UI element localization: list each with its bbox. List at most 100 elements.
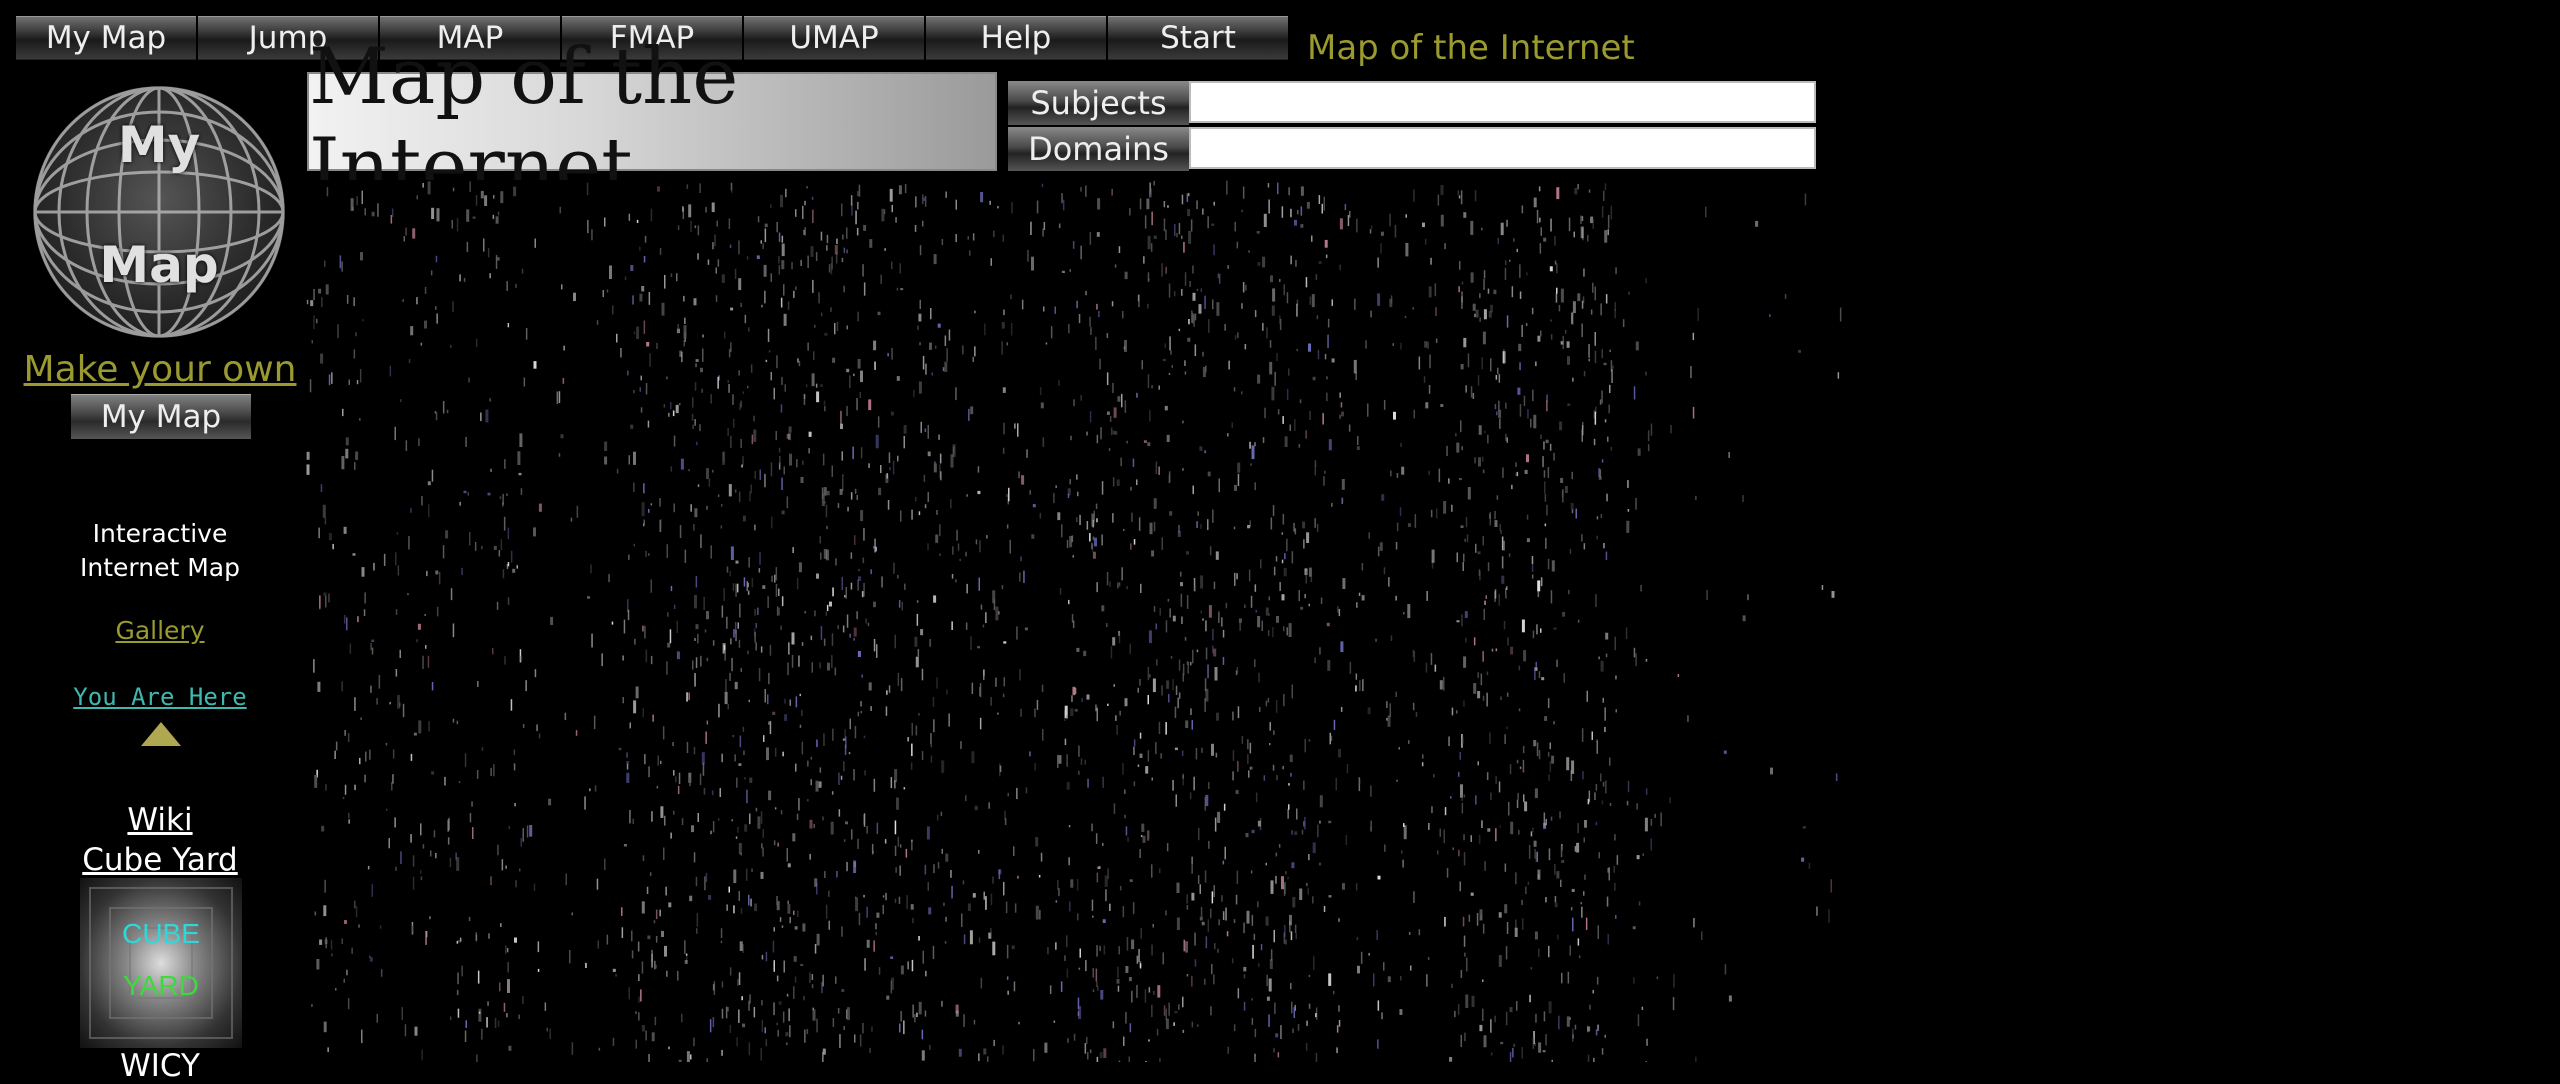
- map-site-dot[interactable]: [816, 739, 818, 748]
- map-site-dot[interactable]: [1456, 442, 1460, 453]
- map-site-dot[interactable]: [1147, 695, 1150, 705]
- map-site-dot[interactable]: [761, 1000, 763, 1006]
- map-site-dot[interactable]: [738, 370, 740, 376]
- map-site-dot[interactable]: [793, 986, 795, 999]
- map-site-dot[interactable]: [1091, 899, 1094, 911]
- map-site-dot[interactable]: [1275, 556, 1278, 562]
- map-site-dot[interactable]: [644, 754, 646, 765]
- map-site-dot[interactable]: [1236, 573, 1238, 580]
- map-site-dot[interactable]: [1190, 661, 1192, 666]
- map-site-dot[interactable]: [345, 448, 349, 459]
- map-site-dot[interactable]: [1312, 376, 1316, 381]
- map-site-dot[interactable]: [744, 777, 746, 780]
- map-site-dot[interactable]: [1536, 209, 1539, 224]
- map-site-dot[interactable]: [467, 492, 470, 496]
- map-site-dot[interactable]: [1165, 1008, 1168, 1020]
- map-site-dot[interactable]: [897, 836, 900, 847]
- map-site-dot[interactable]: [1151, 1004, 1153, 1017]
- map-site-dot[interactable]: [510, 550, 513, 563]
- map-site-dot[interactable]: [1339, 392, 1341, 398]
- map-site-dot[interactable]: [1457, 1004, 1460, 1015]
- map-site-dot[interactable]: [1178, 223, 1181, 235]
- map-site-dot[interactable]: [1546, 504, 1548, 516]
- map-site-dot[interactable]: [420, 342, 423, 346]
- map-site-dot[interactable]: [1587, 1054, 1590, 1062]
- map-site-dot[interactable]: [781, 925, 784, 928]
- map-site-dot[interactable]: [640, 375, 643, 381]
- map-site-dot[interactable]: [1017, 875, 1019, 879]
- map-site-dot[interactable]: [449, 1016, 452, 1020]
- map-site-dot[interactable]: [634, 638, 636, 645]
- map-site-dot[interactable]: [1591, 731, 1594, 740]
- map-site-dot[interactable]: [1588, 189, 1591, 193]
- map-site-dot[interactable]: [424, 320, 427, 329]
- map-site-dot[interactable]: [1266, 974, 1268, 987]
- map-site-dot[interactable]: [1804, 193, 1807, 206]
- map-site-dot[interactable]: [1672, 997, 1675, 1011]
- map-site-dot[interactable]: [727, 703, 730, 710]
- map-site-dot[interactable]: [843, 761, 845, 772]
- map-site-dot[interactable]: [1494, 589, 1497, 599]
- map-site-dot[interactable]: [695, 657, 698, 668]
- map-site-dot[interactable]: [1460, 420, 1462, 433]
- map-site-dot[interactable]: [488, 933, 490, 939]
- map-site-dot[interactable]: [863, 528, 865, 541]
- map-site-dot[interactable]: [436, 208, 440, 222]
- map-site-dot[interactable]: [1222, 656, 1225, 665]
- map-site-dot[interactable]: [1057, 512, 1061, 521]
- map-site-dot[interactable]: [753, 1007, 756, 1018]
- map-site-dot[interactable]: [464, 753, 467, 767]
- map-site-dot[interactable]: [1141, 360, 1144, 370]
- map-site-dot[interactable]: [1340, 402, 1343, 408]
- map-site-dot[interactable]: [807, 760, 809, 767]
- map-site-dot[interactable]: [1548, 774, 1550, 781]
- map-site-dot[interactable]: [806, 1029, 809, 1034]
- map-site-dot[interactable]: [645, 1030, 647, 1041]
- map-site-dot[interactable]: [957, 543, 960, 551]
- map-site-dot[interactable]: [1521, 205, 1524, 214]
- map-site-dot[interactable]: [747, 385, 749, 389]
- map-site-dot[interactable]: [936, 510, 938, 515]
- map-site-dot[interactable]: [1414, 514, 1417, 528]
- map-site-dot[interactable]: [1370, 310, 1372, 318]
- map-site-dot[interactable]: [1168, 283, 1171, 298]
- map-site-dot[interactable]: [838, 772, 840, 785]
- map-site-dot[interactable]: [1303, 539, 1305, 549]
- map-site-dot[interactable]: [1194, 313, 1197, 321]
- map-site-dot[interactable]: [361, 567, 365, 577]
- map-site-dot[interactable]: [1608, 404, 1610, 414]
- map-site-dot[interactable]: [911, 840, 913, 851]
- map-site-dot[interactable]: [1269, 340, 1272, 348]
- map-site-dot[interactable]: [866, 939, 870, 948]
- map-site-dot[interactable]: [858, 912, 861, 926]
- map-site-dot[interactable]: [836, 238, 838, 244]
- wiki-link[interactable]: Wiki: [0, 800, 320, 840]
- map-site-dot[interactable]: [1069, 901, 1071, 912]
- map-site-dot[interactable]: [873, 639, 876, 652]
- map-site-dot[interactable]: [898, 185, 902, 195]
- map-site-dot[interactable]: [370, 643, 372, 651]
- map-site-dot[interactable]: [1107, 868, 1109, 879]
- map-site-dot[interactable]: [359, 418, 361, 421]
- map-site-dot[interactable]: [795, 286, 797, 290]
- map-site-dot[interactable]: [534, 669, 537, 678]
- map-site-dot[interactable]: [1167, 598, 1170, 602]
- map-site-dot[interactable]: [608, 574, 610, 583]
- map-site-dot[interactable]: [1218, 478, 1221, 493]
- map-site-dot[interactable]: [1125, 826, 1128, 836]
- map-site-dot[interactable]: [1368, 532, 1371, 539]
- map-site-dot[interactable]: [1604, 230, 1608, 243]
- map-site-dot[interactable]: [1041, 183, 1044, 188]
- map-site-dot[interactable]: [342, 408, 344, 417]
- map-site-dot[interactable]: [962, 880, 965, 885]
- map-site-dot[interactable]: [1588, 344, 1590, 358]
- map-site-dot[interactable]: [1282, 416, 1284, 424]
- map-site-dot[interactable]: [1223, 803, 1226, 811]
- map-site-dot[interactable]: [810, 779, 813, 786]
- map-site-dot[interactable]: [688, 692, 690, 701]
- map-site-dot[interactable]: [767, 694, 769, 705]
- map-site-dot[interactable]: [914, 225, 917, 232]
- map-site-dot[interactable]: [697, 253, 699, 260]
- map-site-dot[interactable]: [975, 539, 978, 545]
- map-site-dot[interactable]: [1064, 955, 1066, 961]
